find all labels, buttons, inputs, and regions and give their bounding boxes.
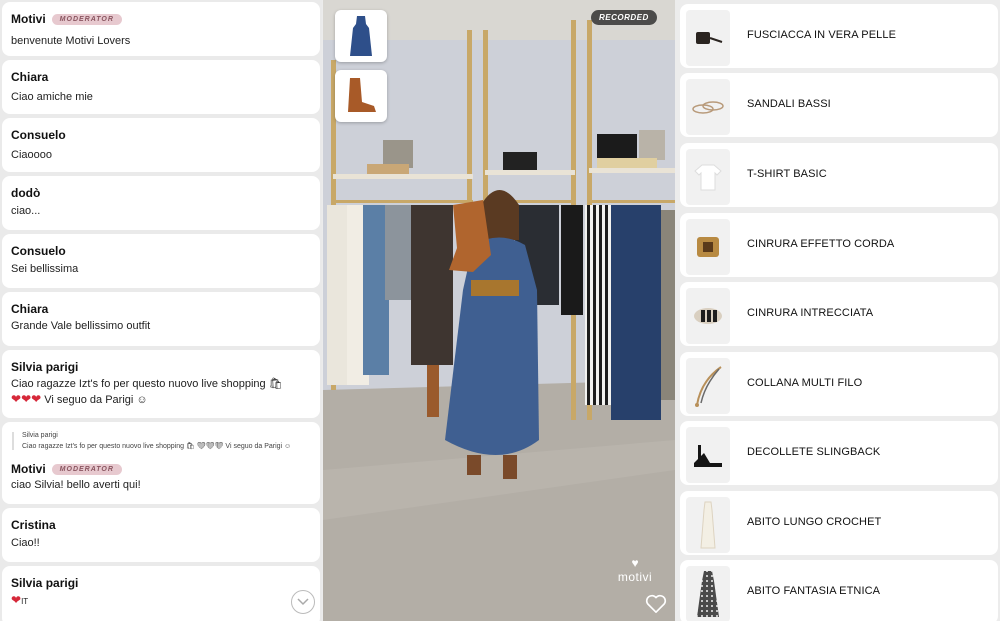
chat-panel: Motivi MODERATOR benvenute Motivi Lovers …	[0, 0, 322, 621]
message-text: ciao Silvia! bello averti qui!	[11, 479, 141, 491]
moderator-badge: MODERATOR	[51, 13, 122, 25]
message-text: ciao...	[11, 205, 41, 217]
chat-message: Motivi MODERATOR benvenute Motivi Lovers	[2, 2, 320, 56]
product-name: ABITO LUNGO CROCHET	[747, 516, 882, 528]
product-image	[686, 358, 730, 414]
recorded-badge: RECORDED	[591, 10, 657, 25]
message-text: Ciao amiche mie	[11, 91, 93, 103]
message-author: Chiara	[11, 70, 49, 84]
slingback-icon	[694, 445, 722, 467]
quoted-author: Silvia parigi	[22, 432, 58, 439]
heart-icon: ❤	[31, 392, 42, 406]
message-author: dodò	[11, 186, 41, 200]
cowboy-boot-thumbnail	[348, 78, 376, 112]
live-video[interactable]: RECORDED ♥ motivi	[323, 0, 675, 621]
chat-message: Chiara Grande Vale bellissimo outfit	[2, 292, 320, 346]
product-item[interactable]: CINRURA EFFETTO CORDA	[680, 213, 998, 277]
product-image	[686, 219, 730, 275]
quoted-text: Ciao ragazze Izt's fo per questo nuovo l…	[22, 443, 292, 450]
ethnic-dress-icon	[697, 571, 719, 617]
chat-message: Consuelo Sei bellissima	[2, 234, 320, 288]
brand-name: motivi	[617, 570, 653, 584]
chat-message: Cristina Ciao!!	[2, 508, 320, 562]
message-author: Silvia parigi	[11, 360, 79, 374]
heart-outline-icon[interactable]	[645, 594, 667, 614]
message-text: IT	[21, 597, 29, 606]
product-item[interactable]: COLLANA MULTI FILO	[680, 352, 998, 416]
message-text: Grande Vale bellissimo outfit	[11, 320, 151, 332]
blue-dress-thumbnail	[350, 16, 372, 56]
moderator-badge: MODERATOR	[51, 463, 122, 475]
product-image	[686, 566, 730, 621]
crochet-dress-icon	[700, 501, 716, 549]
heart-icon: ♥	[631, 556, 639, 570]
product-item[interactable]: CINRURA INTRECCIATA	[680, 282, 998, 346]
chat-message: Consuelo Ciaoooo	[2, 118, 320, 172]
quoted-message: Silvia parigi Ciao ragazze Izt's fo per …	[12, 432, 291, 450]
message-author: Motivi	[11, 462, 46, 476]
brand-logo: ♥ motivi	[611, 557, 659, 584]
product-name: SANDALI BASSI	[747, 98, 831, 110]
rope-belt-icon	[697, 237, 719, 257]
product-name: DECOLLETE SLINGBACK	[747, 446, 881, 458]
product-name: ABITO FANTASIA ETNICA	[747, 585, 881, 597]
product-name: T-SHIRT BASIC	[747, 168, 827, 180]
chat-message: Silvia parigi Ciao ragazze Izt's fo per …	[2, 350, 320, 418]
chevron-down-icon	[297, 598, 309, 606]
product-item[interactable]: SANDALI BASSI	[680, 73, 998, 137]
message-text-continued: Vi seguo da Parigi ☺	[44, 394, 148, 406]
chat-message: Silvia parigi ❤IT	[2, 566, 320, 621]
belt-bag-icon	[696, 32, 723, 44]
necklace-icon	[695, 366, 722, 407]
chat-message: Chiara Ciao amiche mie	[2, 60, 320, 114]
message-author: Silvia parigi	[11, 576, 79, 590]
product-image	[686, 79, 730, 135]
sandals-icon	[692, 101, 724, 114]
message-text: Ciao!!	[11, 537, 40, 549]
product-image	[686, 497, 730, 553]
product-item[interactable]: T-SHIRT BASIC	[680, 143, 998, 207]
message-text: Ciaoooo	[11, 149, 52, 161]
chat-message: Silvia parigi Ciao ragazze Izt's fo per …	[2, 422, 320, 504]
product-name: FUSCIACCA IN VERA PELLE	[747, 29, 897, 41]
product-item[interactable]: FUSCIACCA IN VERA PELLE	[680, 4, 998, 68]
product-image	[686, 288, 730, 344]
message-text: Sei bellissima	[11, 263, 79, 275]
product-name: COLLANA MULTI FILO	[747, 377, 863, 389]
product-image	[686, 427, 730, 483]
message-author: Motivi	[11, 12, 46, 26]
product-item[interactable]: ABITO LUNGO CROCHET	[680, 491, 998, 555]
message-author: Consuelo	[11, 128, 66, 142]
braided-belt-icon	[694, 308, 722, 324]
product-thumbnail-dress[interactable]	[335, 10, 387, 62]
product-image	[686, 10, 730, 66]
product-list: FUSCIACCA IN VERA PELLE SANDALI BASSI T-…	[676, 0, 1000, 621]
heart-icon: ❤	[11, 593, 22, 607]
product-item[interactable]: ABITO FANTASIA ETNICA	[680, 560, 998, 621]
tshirt-icon	[694, 164, 722, 191]
product-image	[686, 149, 730, 205]
product-thumbnail-boot[interactable]	[335, 70, 387, 122]
product-name: CINRURA INTRECCIATA	[747, 307, 874, 319]
message-author: Chiara	[11, 302, 49, 316]
heart-icon: ❤	[11, 392, 22, 406]
message-text: Ciao ragazze Izt's fo per questo nuovo l…	[11, 378, 283, 390]
message-author: Cristina	[11, 518, 56, 532]
message-author: Consuelo	[11, 244, 66, 258]
scroll-down-button[interactable]	[291, 590, 315, 614]
heart-icon: ❤	[21, 392, 32, 406]
product-item[interactable]: DECOLLETE SLINGBACK	[680, 421, 998, 485]
message-text: benvenute Motivi Lovers	[11, 35, 131, 47]
product-name: CINRURA EFFETTO CORDA	[747, 238, 895, 250]
chat-message: dodò ciao...	[2, 176, 320, 230]
